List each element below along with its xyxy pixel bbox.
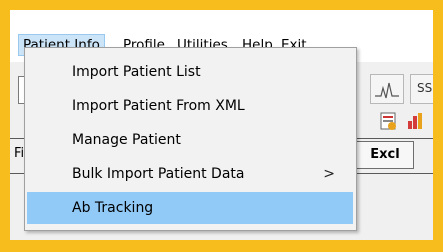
menu-item-bulk-import[interactable]: Bulk Import Patient Data > <box>27 158 353 190</box>
menu-item-label: Manage Patient <box>72 132 181 148</box>
menu-item-ab-tracking[interactable]: Ab Tracking <box>27 192 353 224</box>
menu-item-manage-patient[interactable]: Manage Patient <box>27 124 353 156</box>
menu-item-label: Import Patient From XML <box>72 98 245 114</box>
waveform-button[interactable] <box>370 74 404 104</box>
menu-item-import-patient-list[interactable]: Import Patient List <box>27 56 353 88</box>
excl-button[interactable]: Excl <box>356 141 414 169</box>
chart-icon <box>408 113 422 129</box>
report-button[interactable] <box>378 110 400 132</box>
waveform-icon <box>375 82 399 99</box>
left-column-label: Fi <box>14 146 25 161</box>
menu-item-import-patient-xml[interactable]: Import Patient From XML <box>27 90 353 122</box>
ss-button[interactable]: SS <box>410 74 433 104</box>
patient-info-dropdown: Import Patient List Import Patient From … <box>24 47 357 231</box>
report-icon <box>380 112 396 130</box>
submenu-arrow-icon: > <box>323 166 335 182</box>
menu-item-label: Bulk Import Patient Data <box>72 166 245 182</box>
menu-item-label: Import Patient List <box>72 64 201 80</box>
chart-button[interactable] <box>405 110 427 132</box>
ss-icon: SS <box>417 81 433 95</box>
menu-item-label: Ab Tracking <box>72 200 154 216</box>
